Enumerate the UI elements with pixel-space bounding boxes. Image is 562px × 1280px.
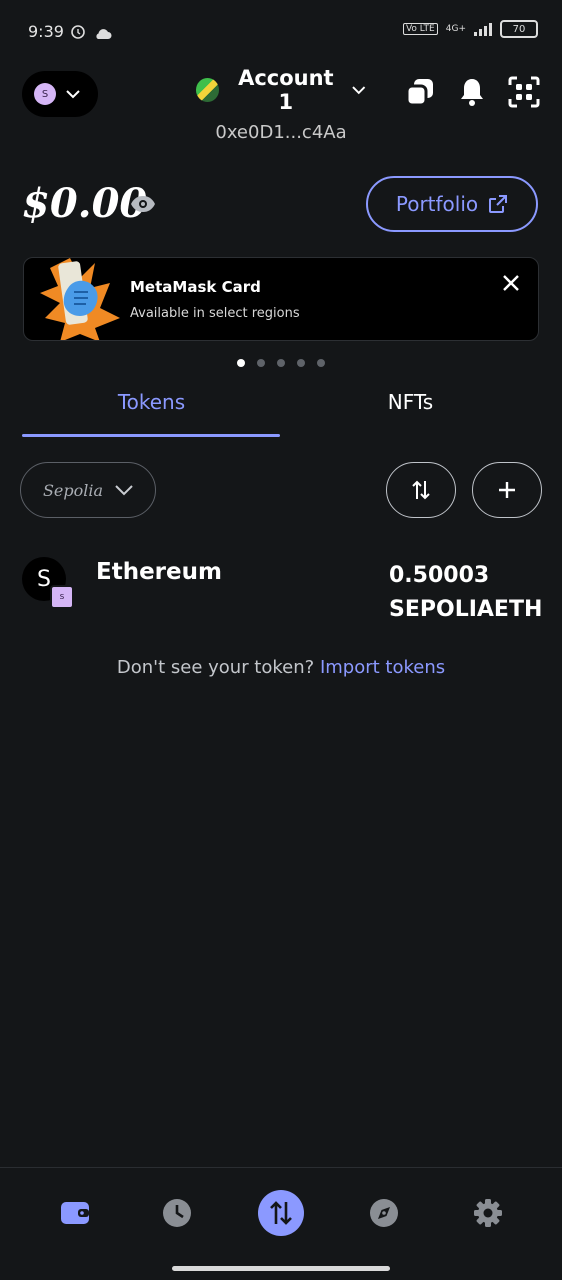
account-avatar	[196, 78, 220, 102]
tab-nfts[interactable]: NFTs	[281, 386, 540, 414]
portfolio-label: Portfolio	[395, 192, 479, 216]
cloud-icon	[94, 25, 112, 44]
close-icon[interactable]	[502, 274, 520, 292]
status-time: 9:39	[28, 22, 64, 41]
signal-icon	[474, 22, 492, 36]
wallet-icon	[61, 1202, 89, 1224]
battery-icon: 70	[500, 20, 538, 38]
nav-swap[interactable]	[258, 1190, 304, 1236]
copy-icon[interactable]	[404, 76, 436, 108]
network-selector[interactable]: S	[22, 71, 98, 117]
account-picker[interactable]: Account 1 0xe0D1...c4Aa	[196, 66, 366, 143]
network-type: 4G+	[445, 24, 466, 34]
network-badge: s	[50, 585, 74, 609]
token-name[interactable]: Ethereum	[96, 559, 222, 585]
alarm-icon	[70, 23, 86, 43]
token-symbol: SEPOLIAETH	[389, 597, 543, 622]
plus-icon	[499, 482, 515, 498]
carousel-dot[interactable]	[317, 359, 325, 367]
import-tokens-link[interactable]: Import tokens	[320, 657, 445, 678]
volte-badge: Vo LTE	[402, 23, 438, 35]
carousel-dot[interactable]	[237, 359, 245, 367]
external-link-icon	[489, 195, 508, 213]
active-tab-indicator	[22, 434, 280, 437]
compass-icon	[370, 1199, 398, 1227]
nav-settings[interactable]	[465, 1190, 511, 1236]
import-tokens-prompt: Don't see your token? Import tokens	[0, 657, 562, 678]
sort-button[interactable]	[386, 462, 456, 518]
asset-tabs: Tokens NFTs	[22, 386, 540, 438]
chevron-down-icon	[115, 485, 133, 496]
gear-icon	[474, 1199, 502, 1227]
chevron-down-icon	[352, 86, 366, 95]
battery-level: 70	[512, 23, 526, 35]
balance-amount: $0.00	[22, 180, 148, 227]
token-balance: 0.50003 SEPOLIAETH	[389, 559, 542, 627]
bottom-nav	[0, 1167, 562, 1258]
add-token-button[interactable]	[472, 462, 542, 518]
carousel-dot[interactable]	[277, 359, 285, 367]
banner-title: MetaMask Card	[130, 278, 261, 296]
banner-subtitle: Available in select regions	[130, 306, 300, 321]
bell-icon[interactable]	[458, 76, 486, 108]
swap-icon	[270, 1201, 292, 1225]
carousel-dots	[237, 359, 325, 367]
account-name: Account 1	[238, 66, 334, 114]
promo-banner[interactable]: MetaMask Card Available in select region…	[23, 257, 539, 341]
carousel-dot[interactable]	[257, 359, 265, 367]
network-filter-label: Sepolia	[42, 480, 104, 500]
nav-explore[interactable]	[361, 1190, 407, 1236]
nav-activity[interactable]	[154, 1190, 200, 1236]
metamask-card-illustration	[40, 258, 120, 340]
import-prompt-text: Don't see your token?	[116, 657, 315, 678]
eye-icon[interactable]	[130, 193, 156, 219]
portfolio-button[interactable]: Portfolio	[366, 176, 538, 232]
home-indicator[interactable]	[172, 1266, 390, 1271]
carousel-dot[interactable]	[297, 359, 305, 367]
tab-tokens[interactable]: Tokens	[22, 386, 281, 414]
nav-wallet[interactable]	[52, 1190, 98, 1236]
header-actions	[404, 76, 540, 108]
network-avatar: S	[34, 83, 56, 105]
network-filter[interactable]: Sepolia	[20, 462, 156, 518]
token-amount: 0.50003	[389, 563, 490, 588]
chevron-down-icon	[66, 90, 80, 99]
account-address[interactable]: 0xe0D1...c4Aa	[196, 122, 366, 143]
scan-icon[interactable]	[508, 76, 540, 108]
status-icons: Vo LTE 4G+ 70	[402, 20, 538, 38]
sort-icon	[412, 480, 430, 500]
clock-icon	[163, 1199, 191, 1227]
